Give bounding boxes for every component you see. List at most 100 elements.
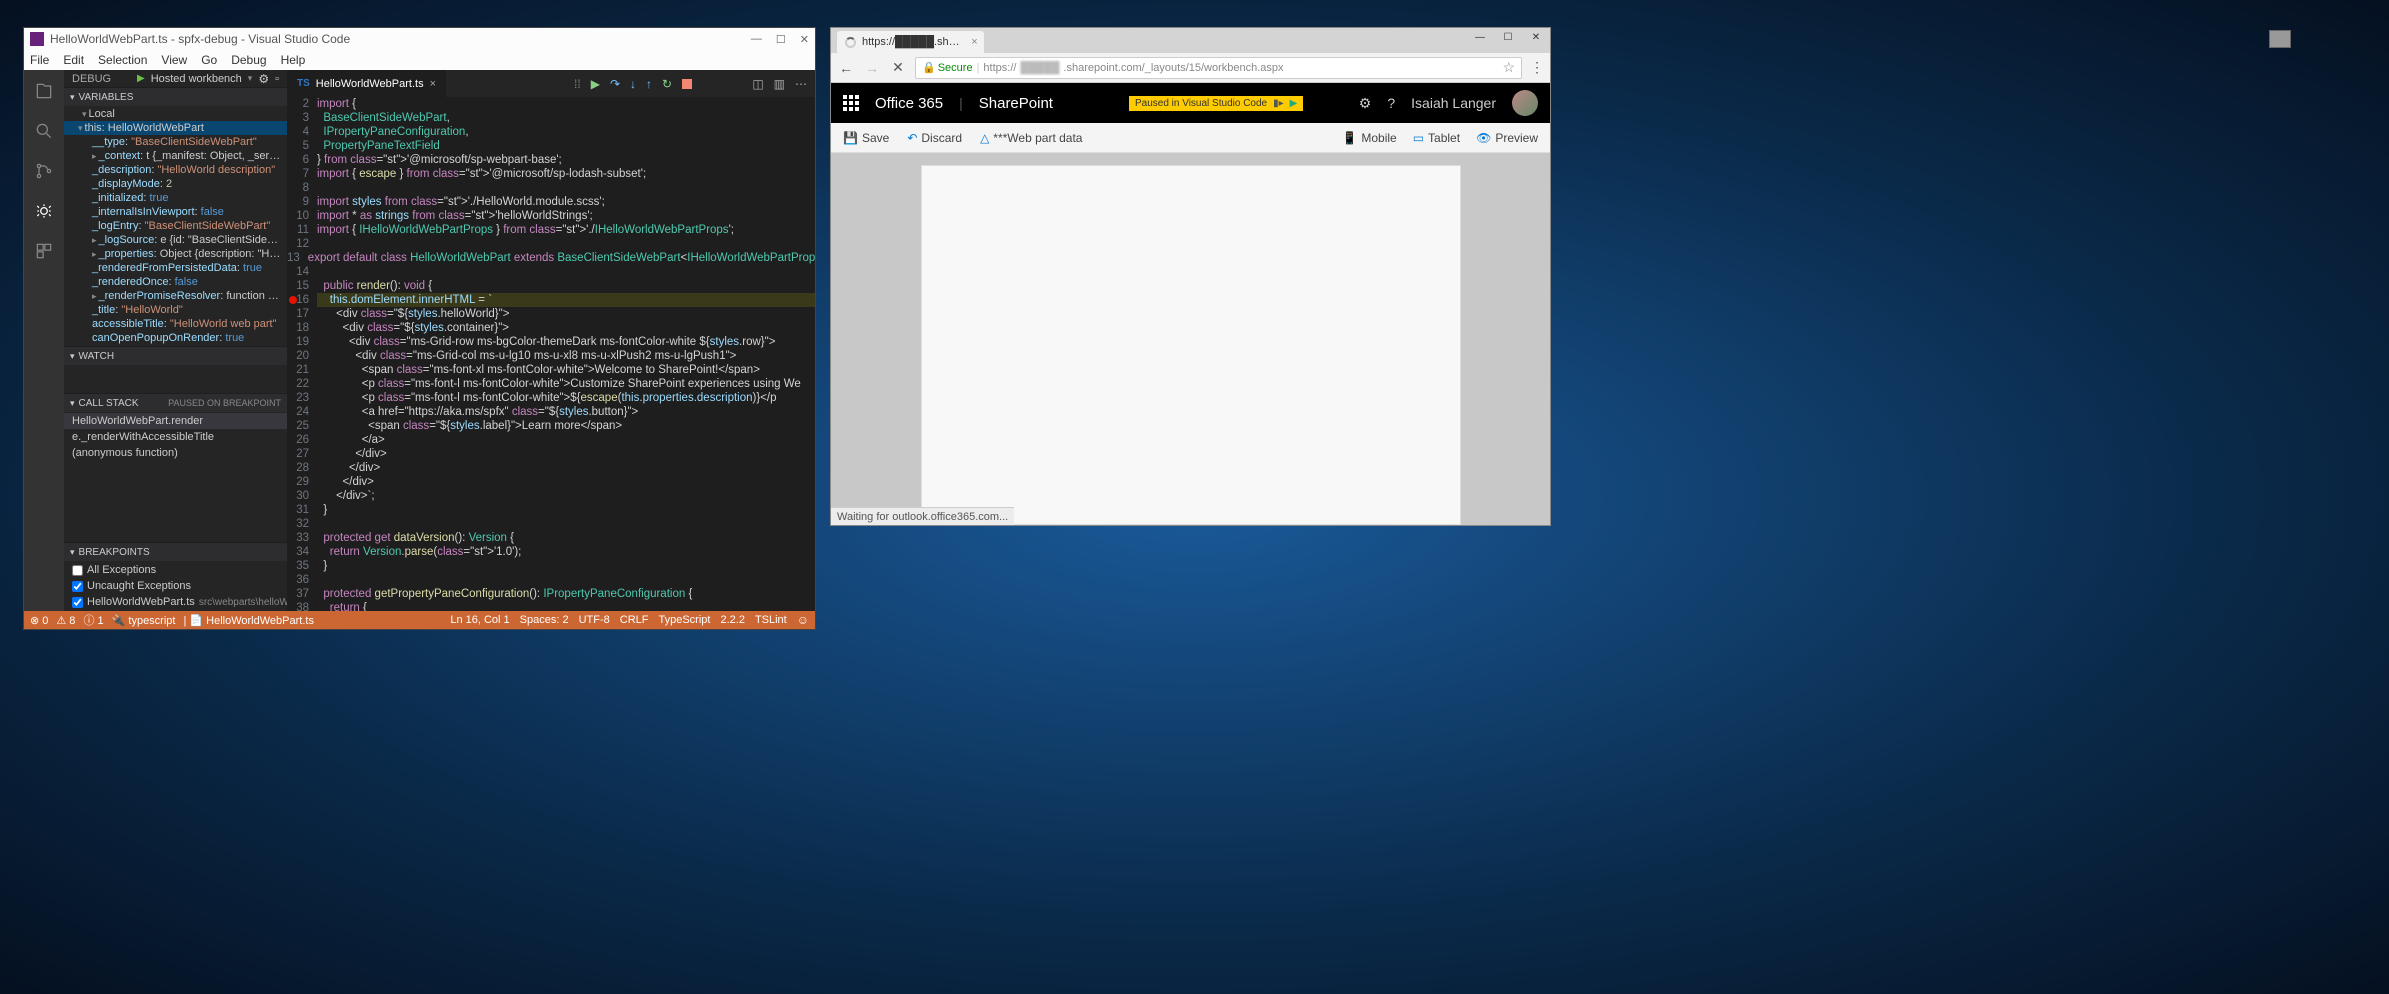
workbench-canvas[interactable] [831, 153, 1550, 525]
forward-button[interactable]: → [863, 60, 881, 76]
debug-icon[interactable] [33, 200, 55, 222]
mobile-button[interactable]: 📱Mobile [1342, 131, 1396, 145]
maximize-button[interactable]: ☐ [1494, 28, 1522, 46]
breakpoint-row[interactable]: HelloWorldWebPart.tssrc\webparts\helloWo… [64, 594, 287, 610]
indentation[interactable]: Spaces: 2 [520, 614, 569, 626]
step-out-button[interactable]: ↑ [646, 77, 652, 91]
minimize-button[interactable]: — [751, 33, 762, 46]
discard-button[interactable]: ↶Discard [907, 131, 962, 145]
menu-help[interactable]: Help [281, 53, 306, 67]
breakpoint-checkbox[interactable] [72, 581, 83, 592]
address-bar[interactable]: 🔒 Secure | https://█████.sharepoint.com/… [915, 57, 1522, 79]
debugger-step-icon[interactable]: ▮▸ [1273, 98, 1284, 109]
variable-this[interactable]: ▾this: HelloWorldWebPart [64, 121, 287, 135]
maximize-button[interactable]: ☐ [776, 33, 786, 46]
code-editor[interactable]: 2import {3 BaseClientSideWebPart,4 IProp… [287, 97, 815, 611]
help-icon[interactable]: ? [1387, 95, 1395, 111]
variable-row[interactable]: _title: "HelloWorld" [64, 303, 287, 317]
variable-row[interactable]: canOpenPopupOnRender: true [64, 331, 287, 345]
git-icon[interactable] [33, 160, 55, 182]
variable-row[interactable]: _internalIsInViewport: false [64, 205, 287, 219]
office365-label[interactable]: Office 365 [875, 95, 943, 112]
step-over-button[interactable]: ↷ [610, 77, 620, 91]
watch-header[interactable]: ▾WATCH [64, 347, 287, 365]
avatar[interactable] [1512, 90, 1538, 116]
warnings-count[interactable]: ⚠ 8 [56, 614, 75, 627]
gear-icon[interactable]: ⚙ [258, 72, 269, 86]
close-button[interactable]: ✕ [1522, 28, 1550, 46]
chrome-tab[interactable]: https://█████.sh… × [837, 31, 984, 53]
menu-selection[interactable]: Selection [98, 53, 147, 67]
tablet-button[interactable]: ▭Tablet [1413, 131, 1460, 145]
variable-row[interactable]: _initialized: true [64, 191, 287, 205]
webpart-data-button[interactable]: △***Web part data [980, 131, 1082, 145]
preview-button[interactable]: 👁Preview [1476, 131, 1538, 145]
minimize-button[interactable]: — [1466, 28, 1494, 46]
stack-frame[interactable]: e._renderWithAccessibleTitle [64, 429, 287, 445]
variable-row[interactable]: ▸_properties: Object {description: "Hell… [64, 247, 287, 261]
search-icon[interactable] [33, 120, 55, 142]
back-button[interactable]: ← [837, 60, 855, 76]
info-count[interactable]: ⓘ 1 [83, 612, 103, 628]
variable-row[interactable]: _displayMode: 2 [64, 177, 287, 191]
restart-button[interactable]: ↻ [662, 77, 672, 91]
debug-config[interactable]: Hosted workbench [151, 73, 242, 85]
menu-edit[interactable]: Edit [63, 53, 84, 67]
continue-button[interactable]: ▶ [591, 77, 600, 91]
variable-row[interactable]: ▸_context: t {_manifest: Object, _servic… [64, 149, 287, 163]
variable-row[interactable]: _description: "HelloWorld description" [64, 163, 287, 177]
bookmark-icon[interactable]: ☆ [1502, 59, 1515, 76]
stack-frame[interactable]: HelloWorldWebPart.render [64, 413, 287, 429]
cursor-position[interactable]: Ln 16, Col 1 [450, 614, 509, 626]
close-tab-icon[interactable]: × [971, 36, 977, 48]
explorer-icon[interactable] [33, 80, 55, 102]
tslint-status[interactable]: TSLint [755, 614, 787, 626]
variable-row[interactable]: __type: "BaseClientSideWebPart" [64, 135, 287, 149]
variable-row[interactable]: accessibleTitle: "HelloWorld web part" [64, 317, 287, 331]
breakpoint-row[interactable]: Uncaught Exceptions [64, 578, 287, 594]
menu-view[interactable]: View [161, 53, 187, 67]
variable-row[interactable]: _renderedOnce: false [64, 275, 287, 289]
callstack-header[interactable]: ▾CALL STACKPAUSED ON BREAKPOINT [64, 394, 287, 412]
lang-icon[interactable]: 🔌 typescript [112, 614, 176, 627]
stack-frame[interactable]: (anonymous function) [64, 445, 287, 461]
close-tab-icon[interactable]: × [430, 78, 436, 90]
errors-count[interactable]: ⊗ 0 [30, 614, 48, 627]
breakpoint-checkbox[interactable] [72, 565, 83, 576]
editor-layout-icon[interactable]: ▥ [774, 77, 785, 91]
menu-debug[interactable]: Debug [231, 53, 266, 67]
scope-local[interactable]: ▾Local [64, 107, 287, 121]
language-mode[interactable]: TypeScript [659, 614, 711, 626]
sharepoint-label[interactable]: SharePoint [979, 95, 1053, 112]
chrome-menu-icon[interactable]: ⋮ [1530, 59, 1544, 76]
workbench-page[interactable] [921, 165, 1461, 525]
debug-toolbar[interactable]: ⁞⁞ ▶ ↷ ↓ ↑ ↻ [566, 70, 700, 97]
breakpoints-header[interactable]: ▾BREAKPOINTS [64, 543, 287, 561]
variable-row[interactable]: _renderedFromPersistedData: true [64, 261, 287, 275]
variables-header[interactable]: ▾VARIABLES [64, 88, 287, 106]
settings-icon[interactable]: ⚙ [1359, 95, 1372, 112]
menu-file[interactable]: File [30, 53, 49, 67]
debugger-resume-icon[interactable]: ▶ [1290, 98, 1298, 109]
split-editor-icon[interactable]: ◫ [752, 77, 763, 91]
encoding[interactable]: UTF-8 [579, 614, 610, 626]
eol[interactable]: CRLF [620, 614, 649, 626]
app-launcher-icon[interactable] [843, 95, 859, 111]
variable-row[interactable]: ▸_renderPromiseResolver: function () { …… [64, 289, 287, 303]
user-name[interactable]: Isaiah Langer [1411, 95, 1496, 111]
taskbar-user-icon[interactable] [2269, 30, 2291, 48]
debug-console-icon[interactable]: ▫ [275, 73, 279, 85]
save-button[interactable]: 💾Save [843, 131, 889, 145]
extensions-icon[interactable] [33, 240, 55, 262]
breakpoint-row[interactable]: All Exceptions [64, 562, 287, 578]
feedback-icon[interactable]: ☺ [797, 613, 809, 627]
drag-handle-icon[interactable]: ⁞⁞ [574, 77, 581, 91]
ts-version[interactable]: 2.2.2 [720, 614, 744, 626]
config-dropdown-icon[interactable]: ▾ [248, 73, 253, 84]
start-debug-button[interactable]: ▶ [137, 73, 145, 84]
variable-row[interactable]: ▸_logSource: e {id: "BaseClientSideWebPa… [64, 233, 287, 247]
vscode-titlebar[interactable]: HelloWorldWebPart.ts - spfx-debug - Visu… [24, 28, 815, 50]
paused-badge[interactable]: Paused in Visual Studio Code ▮▸ ▶ [1129, 96, 1303, 111]
stop-button[interactable] [682, 79, 692, 89]
stop-reload-button[interactable]: ✕ [889, 59, 907, 76]
